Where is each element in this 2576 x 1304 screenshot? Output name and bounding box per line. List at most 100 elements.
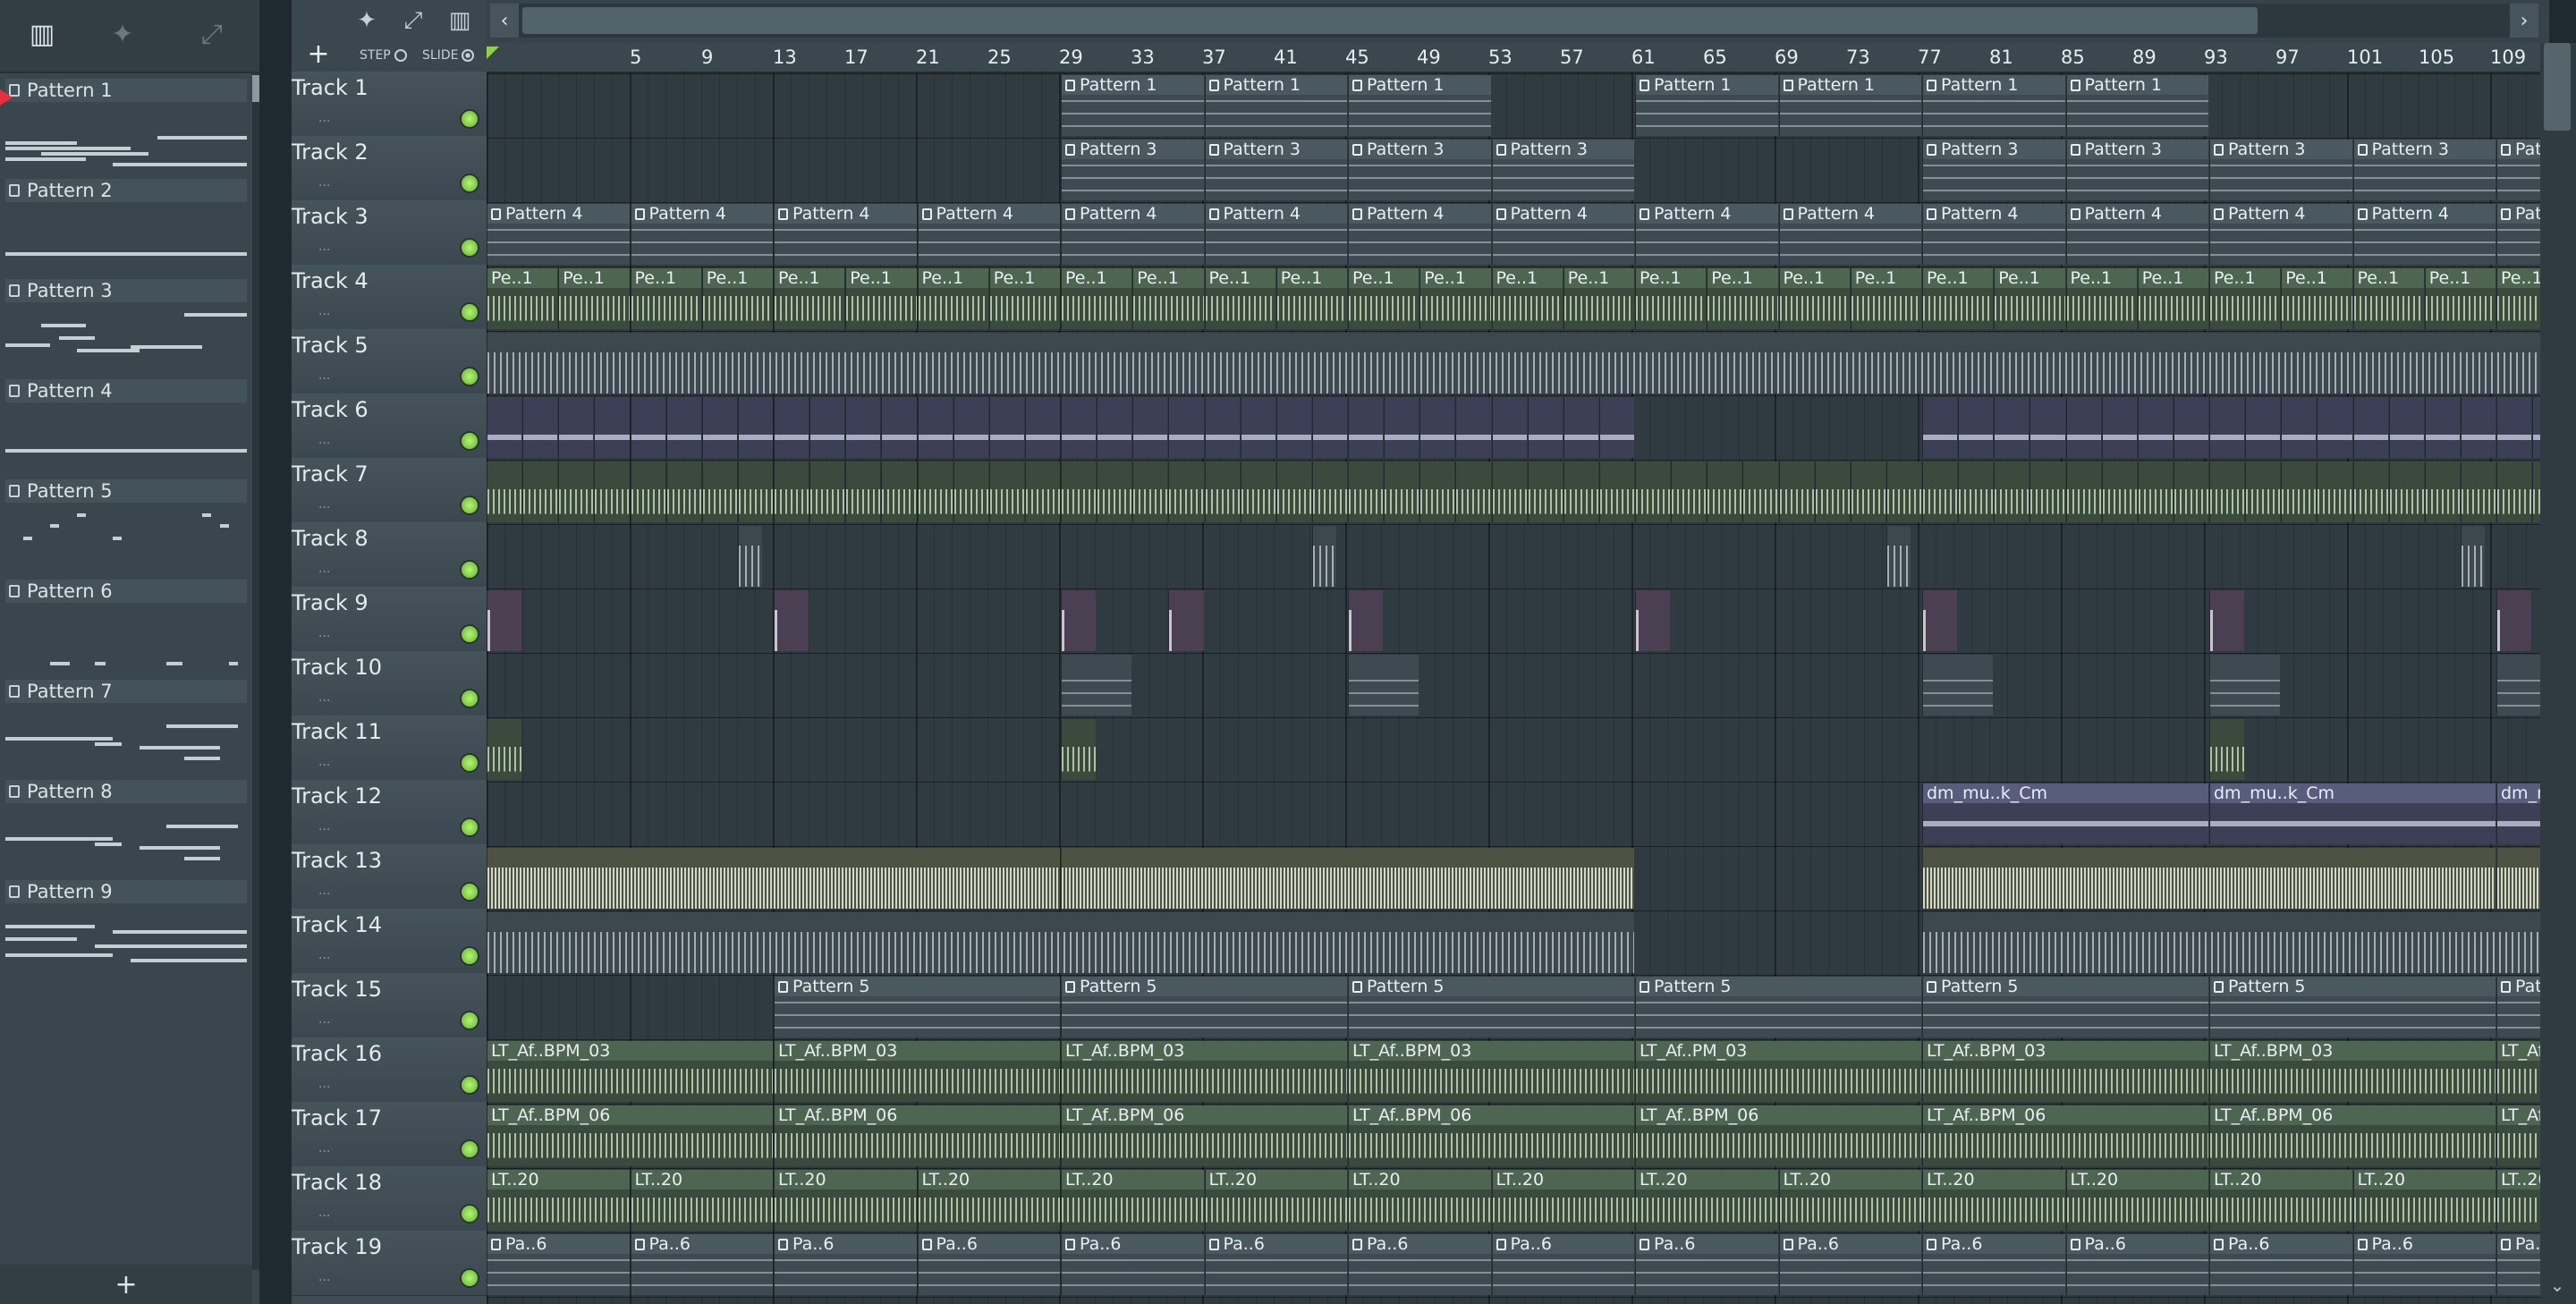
playlist-clip[interactable]: Pattern 1	[1348, 75, 1491, 136]
playlist-clip[interactable]: Pe..1	[701, 268, 773, 329]
playlist-clip[interactable]	[1707, 461, 1742, 522]
playlist-clip[interactable]: LT_Af..BPM_03	[487, 1041, 773, 1102]
timeline-ruler[interactable]: 5 9 13 17 21 25 29 33 37 41 45 49 53 57 61 65 69 73 77 81 85…	[487, 43, 2576, 73]
add-track-button[interactable]: +	[301, 38, 336, 70]
playlist-clip[interactable]	[1994, 397, 2029, 458]
playlist-clip[interactable]: Pattern 3	[2209, 140, 2352, 200]
track-mute-led-icon[interactable]	[460, 109, 479, 129]
playlist-clip[interactable]: Pa..6	[774, 1234, 917, 1295]
pattern-name[interactable]: Pattern 3	[5, 279, 247, 302]
playlist-clip[interactable]	[2496, 397, 2532, 458]
playlist-clip[interactable]	[2209, 590, 2245, 651]
playlist-clip[interactable]	[2209, 461, 2245, 522]
playlist-clip[interactable]	[1024, 461, 1060, 522]
playlist-clip[interactable]: Pattern 1	[1922, 75, 2065, 136]
playlist-clip[interactable]: Pattern 5	[774, 977, 1060, 1037]
playlist-clip[interactable]	[1061, 848, 1634, 909]
playlist-clip[interactable]	[2424, 461, 2460, 522]
playlist-clip[interactable]	[2388, 397, 2424, 458]
track-name[interactable]: Track 7	[292, 461, 369, 487]
playlist-clip[interactable]	[1491, 397, 1527, 458]
playlist-grid[interactable]: Pattern 1 Pattern 1 Pattern 1 Pattern 1 Patt…	[487, 73, 2540, 1304]
track-mute-led-icon[interactable]	[460, 495, 479, 515]
pattern-item[interactable]: Pattern 2	[0, 175, 252, 275]
playlist-clip[interactable]	[1419, 397, 1455, 458]
playlist-clip[interactable]	[953, 461, 988, 522]
track-name[interactable]: Track 11	[292, 719, 382, 744]
pattern-name[interactable]: Pattern 5	[5, 479, 247, 503]
playlist-clip[interactable]	[487, 590, 522, 651]
playlist-clip[interactable]: Pe..1	[845, 268, 917, 329]
playlist-clip[interactable]: LT_Af..BPM_06	[1922, 1105, 2208, 1166]
playlist-clip[interactable]	[1061, 397, 1097, 458]
vertical-scrollbar[interactable]: ⌄	[2540, 43, 2576, 1304]
pattern-name[interactable]: Pattern 7	[5, 680, 247, 703]
playlist-clip[interactable]	[737, 397, 773, 458]
playlist-clip[interactable]	[2532, 397, 2540, 458]
picker-scroll-thumb[interactable]	[252, 75, 259, 102]
playlist-clip[interactable]: Pa..6	[630, 1234, 773, 1295]
track-name[interactable]: Track 15	[292, 977, 382, 1002]
playlist-clip[interactable]	[737, 461, 773, 522]
playlist-clip[interactable]	[1563, 461, 1598, 522]
playlist-clip[interactable]: LT..20	[1204, 1170, 1347, 1231]
playlist-clip[interactable]	[2029, 461, 2065, 522]
playlist-clip[interactable]	[2532, 461, 2540, 522]
playlist-clip[interactable]: Pa..6	[1491, 1234, 1634, 1295]
playlist-clip[interactable]	[1275, 461, 1311, 522]
playlist-clip[interactable]: LT_Af..BPM_03	[1348, 1041, 1634, 1102]
playlist-clip[interactable]	[809, 397, 845, 458]
playlist-clip[interactable]	[2317, 397, 2352, 458]
playlist-clip[interactable]	[1994, 461, 2029, 522]
playlist-clip[interactable]	[1742, 461, 1778, 522]
playlist-clip[interactable]: Pattern 5	[1061, 977, 1347, 1037]
playlist-clip[interactable]	[1204, 397, 1240, 458]
playlist-clip[interactable]: Pa..6	[2065, 1234, 2208, 1295]
playlist-clip[interactable]: LT_Af..BPM_06	[1635, 1105, 1921, 1166]
playlist-clip[interactable]: Pe..1	[2496, 268, 2540, 329]
overview-scroll-thumb[interactable]	[522, 7, 2258, 34]
overview-scrollbar[interactable]: ‹ ›	[490, 4, 2538, 38]
playlist-clip[interactable]: Pattern 5	[2209, 977, 2496, 1037]
playlist-clip[interactable]: Pattern 4	[630, 204, 773, 265]
playlist-clip[interactable]: LT_Af..BPM_03	[2496, 1041, 2540, 1102]
playlist-clip[interactable]: Pattern 1	[1204, 75, 1347, 136]
playlist-clip[interactable]: Pattern 4	[1204, 204, 1347, 265]
step-radio-icon[interactable]	[394, 49, 407, 62]
playlist-clip[interactable]	[2137, 461, 2173, 522]
playlist-clip[interactable]	[2065, 461, 2101, 522]
track-header[interactable]: Track 2...	[292, 136, 487, 201]
slide-radio-icon[interactable]	[462, 49, 475, 62]
track-mute-led-icon[interactable]	[460, 431, 479, 451]
track-name[interactable]: Track 10	[292, 655, 382, 680]
playlist-clip[interactable]: Pattern 4	[1922, 204, 2065, 265]
playlist-clip[interactable]: Pattern 3	[2496, 140, 2540, 200]
playlist-clip[interactable]	[2317, 461, 2352, 522]
playlist-clip[interactable]	[774, 590, 809, 651]
pattern-item[interactable]: Pattern 6	[0, 576, 252, 676]
track-header[interactable]: Track 13...	[292, 844, 487, 910]
playlist-clip[interactable]	[1598, 461, 1634, 522]
playlist-clip[interactable]: Pe..1	[988, 268, 1060, 329]
track-header[interactable]: Track 7...	[292, 458, 487, 523]
playlist-clip[interactable]	[630, 461, 665, 522]
playlist-clip[interactable]	[1455, 461, 1491, 522]
pattern-item[interactable]: Pattern 3	[0, 275, 252, 376]
playlist-clip[interactable]: Pattern 3	[1491, 140, 1634, 200]
playlist-clip[interactable]	[1240, 397, 1275, 458]
pattern-item[interactable]: Pattern 8	[0, 776, 252, 876]
pattern-item[interactable]: Pattern 4	[0, 376, 252, 476]
playlist-clip[interactable]	[1527, 461, 1563, 522]
playlist-clip[interactable]: Pattern 4	[1778, 204, 1921, 265]
pattern-name[interactable]: Pattern 1	[5, 79, 247, 102]
playlist-clip[interactable]: Pa..6	[2352, 1234, 2496, 1295]
playlist-clip[interactable]: Pe..1	[487, 268, 558, 329]
track-mute-led-icon[interactable]	[460, 1268, 479, 1288]
track-mute-led-icon[interactable]	[460, 689, 479, 708]
playlist-clip[interactable]: Pe..1	[1419, 268, 1491, 329]
playlist-clip[interactable]: Pattern 4	[1635, 204, 1778, 265]
slide-toggle[interactable]: SLIDE	[422, 48, 475, 63]
playlist-clip[interactable]: Pattern 1	[1635, 75, 1778, 136]
playlist-clip[interactable]	[487, 912, 1634, 973]
track-mute-led-icon[interactable]	[460, 817, 479, 837]
